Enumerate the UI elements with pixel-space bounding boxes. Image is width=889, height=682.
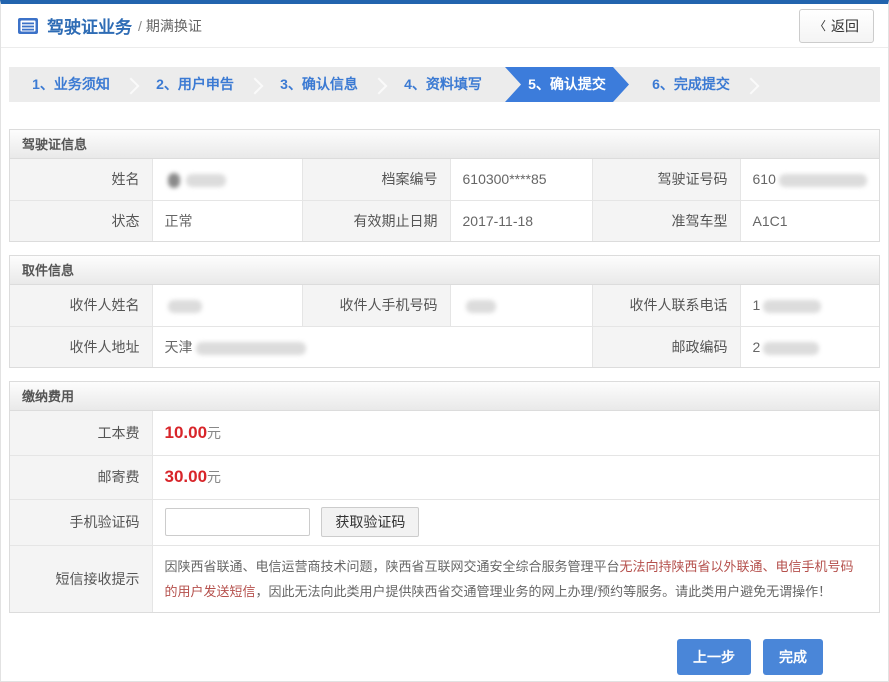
status-label: 状态: [10, 200, 152, 241]
recipient-phone-label: 收件人联系电话: [592, 285, 740, 326]
pickup-info-table: 收件人姓名 收件人手机号码 收件人联系电话 1 收件人地址 天津 邮政编码 2: [10, 285, 879, 367]
fees-section: 缴纳费用 工本费 10.00元 邮寄费 30.00元 手机验证码 获取验证码 短…: [9, 381, 880, 613]
table-row: 短信接收提示 因陕西省联通、电信运营商技术问题，陕西省互联网交通安全综合服务管理…: [10, 545, 879, 612]
recipient-phone-value: 1: [740, 285, 879, 326]
mailing-fee-label: 邮寄费: [10, 455, 152, 499]
name-label: 姓名: [10, 159, 152, 200]
mailing-fee-value: 30.00元: [152, 455, 879, 499]
table-row: 收件人地址 天津 邮政编码 2: [10, 326, 879, 367]
vehicle-type-value: A1C1: [740, 200, 879, 241]
postcode-value: 2: [740, 326, 879, 367]
table-row: 收件人姓名 收件人手机号码 收件人联系电话 1: [10, 285, 879, 326]
postcode-label: 邮政编码: [592, 326, 740, 367]
license-info-table: 姓名 档案编号 610300****85 驾驶证号码 610 状态 正常 有效期…: [10, 159, 879, 241]
breadcrumb-current: 期满换证: [146, 18, 202, 34]
recipient-name-value: [152, 285, 302, 326]
bottom-actions: 上一步 完成: [1, 613, 888, 675]
get-sms-code-button[interactable]: 获取验证码: [321, 507, 419, 537]
step-wizard: 1、业务须知 2、用户申告 3、确认信息 4、资料填写 5、确认提交 6、完成提…: [9, 67, 880, 102]
status-value: 正常: [152, 200, 302, 241]
sms-notice-text: 因陕西省联通、电信运营商技术问题，陕西省互联网交通安全综合服务管理平台无法向持陕…: [152, 545, 879, 612]
vehicle-type-label: 准驾车型: [592, 200, 740, 241]
license-no-label: 驾驶证号码: [592, 159, 740, 200]
table-row: 状态 正常 有效期止日期 2017-11-18 准驾车型 A1C1: [10, 200, 879, 241]
license-info-section: 驾驶证信息 姓名 档案编号 610300****85 驾驶证号码 610 状态 …: [9, 129, 880, 242]
header: 驾驶证业务 /期满换证 〈 返回: [1, 4, 888, 48]
back-button[interactable]: 〈 返回: [799, 9, 874, 43]
step-2-user-declaration[interactable]: 2、用户申告: [133, 67, 257, 102]
recipient-address-label: 收件人地址: [10, 326, 152, 367]
file-no-label: 档案编号: [302, 159, 450, 200]
breadcrumb: /期满换证: [138, 16, 202, 36]
step-1-business-notice[interactable]: 1、业务须知: [9, 67, 133, 102]
chevron-left-icon: 〈: [814, 17, 826, 34]
fees-table: 工本费 10.00元 邮寄费 30.00元 手机验证码 获取验证码 短信接收提示…: [10, 411, 879, 612]
table-row: 姓名 档案编号 610300****85 驾驶证号码 610: [10, 159, 879, 200]
sms-code-input[interactable]: [165, 508, 310, 536]
page: 驾驶证业务 /期满换证 〈 返回 1、业务须知 2、用户申告 3、确认信息 4、…: [0, 0, 889, 682]
step-3-confirm-info[interactable]: 3、确认信息: [257, 67, 381, 102]
license-no-value: 610: [740, 159, 879, 200]
recipient-mobile-label: 收件人手机号码: [302, 285, 450, 326]
license-list-icon: [17, 17, 39, 35]
previous-step-button[interactable]: 上一步: [677, 639, 751, 675]
file-no-value: 610300****85: [450, 159, 592, 200]
license-info-section-title: 驾驶证信息: [10, 130, 879, 159]
pickup-info-section-title: 取件信息: [10, 256, 879, 285]
recipient-mobile-value: [450, 285, 592, 326]
pickup-info-section: 取件信息 收件人姓名 收件人手机号码 收件人联系电话 1 收件人地址 天津 邮政…: [9, 255, 880, 368]
fees-section-title: 缴纳费用: [10, 382, 879, 411]
page-title: 驾驶证业务: [47, 13, 132, 38]
sms-code-label: 手机验证码: [10, 499, 152, 545]
step-5-confirm-submit[interactable]: 5、确认提交: [505, 67, 629, 102]
finish-button[interactable]: 完成: [763, 639, 823, 675]
production-fee-label: 工本费: [10, 411, 152, 455]
step-4-fill-info[interactable]: 4、资料填写: [381, 67, 505, 102]
recipient-address-value: 天津: [152, 326, 592, 367]
table-row: 手机验证码 获取验证码: [10, 499, 879, 545]
production-fee-value: 10.00元: [152, 411, 879, 455]
step-6-finish-submit[interactable]: 6、完成提交: [629, 67, 753, 102]
sms-notice-label: 短信接收提示: [10, 545, 152, 612]
table-row: 工本费 10.00元: [10, 411, 879, 455]
expiry-value: 2017-11-18: [450, 200, 592, 241]
sms-code-cell: 获取验证码: [152, 499, 879, 545]
table-row: 邮寄费 30.00元: [10, 455, 879, 499]
expiry-label: 有效期止日期: [302, 200, 450, 241]
name-value: [152, 159, 302, 200]
back-button-label: 返回: [831, 16, 859, 36]
recipient-name-label: 收件人姓名: [10, 285, 152, 326]
